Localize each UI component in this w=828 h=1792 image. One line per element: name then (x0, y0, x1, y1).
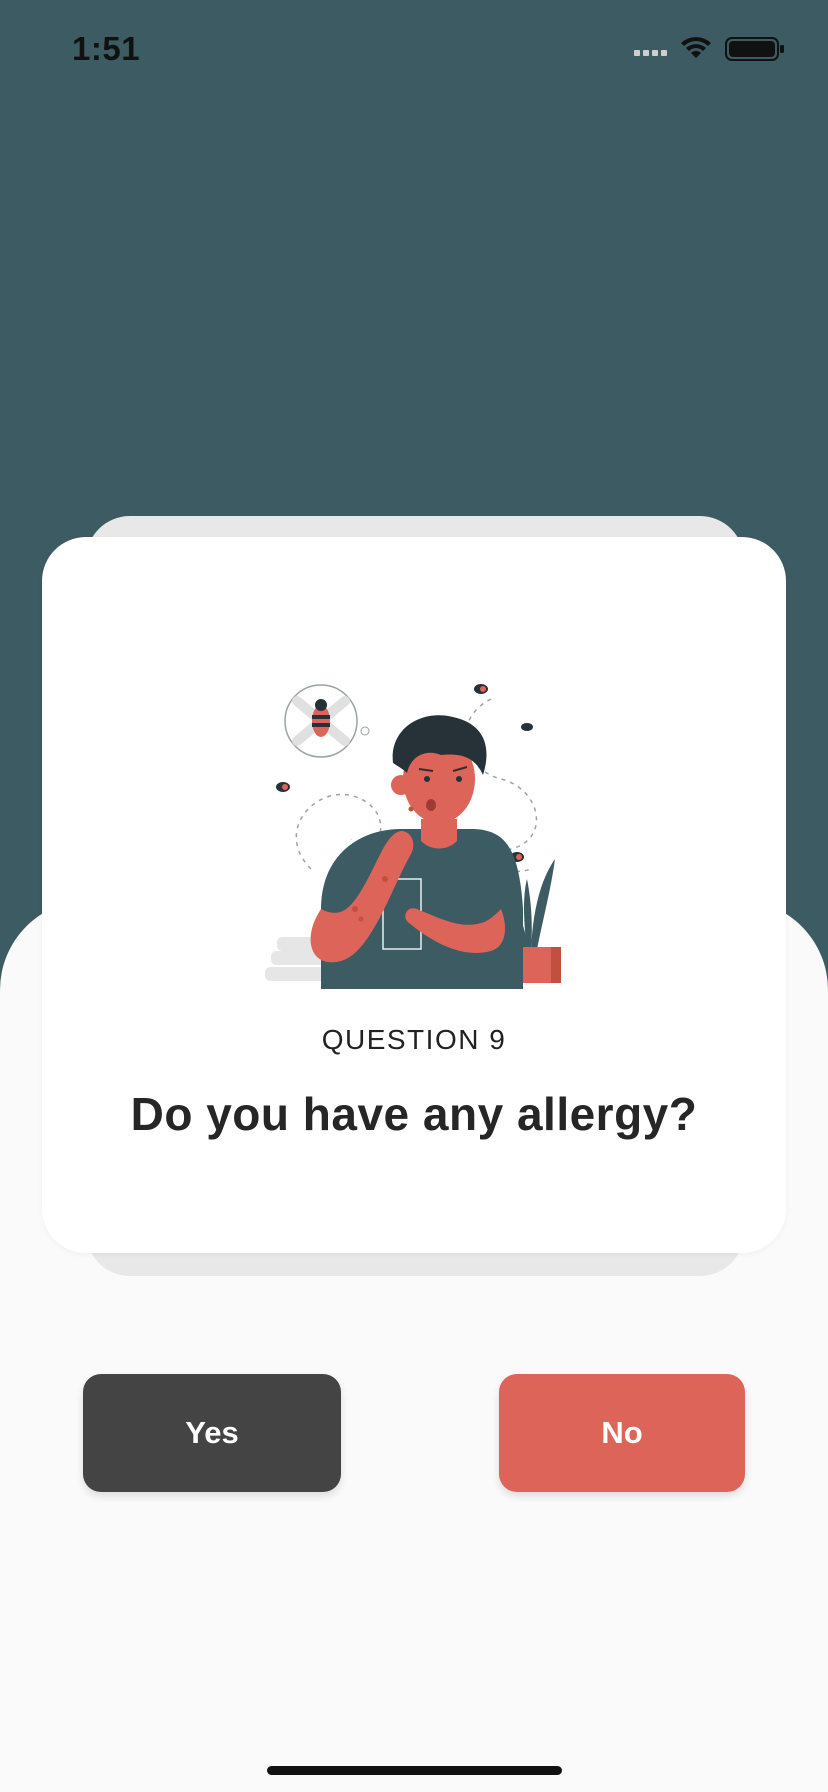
status-time: 1:51 (72, 30, 141, 67)
wifi-icon (681, 37, 711, 58)
cellular-signal-icon (634, 50, 667, 56)
yes-button[interactable]: Yes (83, 1374, 341, 1492)
question-card: QUESTION 9 Do you have any allergy? (42, 537, 786, 1253)
home-indicator[interactable] (267, 1766, 562, 1775)
no-button[interactable]: No (499, 1374, 745, 1492)
status-icons (634, 37, 784, 61)
question-number: QUESTION 9 (321, 1024, 507, 1055)
battery-icon (725, 37, 784, 61)
allergy-illustration (265, 684, 561, 989)
question-title: Do you have any allergy? (130, 1088, 698, 1140)
